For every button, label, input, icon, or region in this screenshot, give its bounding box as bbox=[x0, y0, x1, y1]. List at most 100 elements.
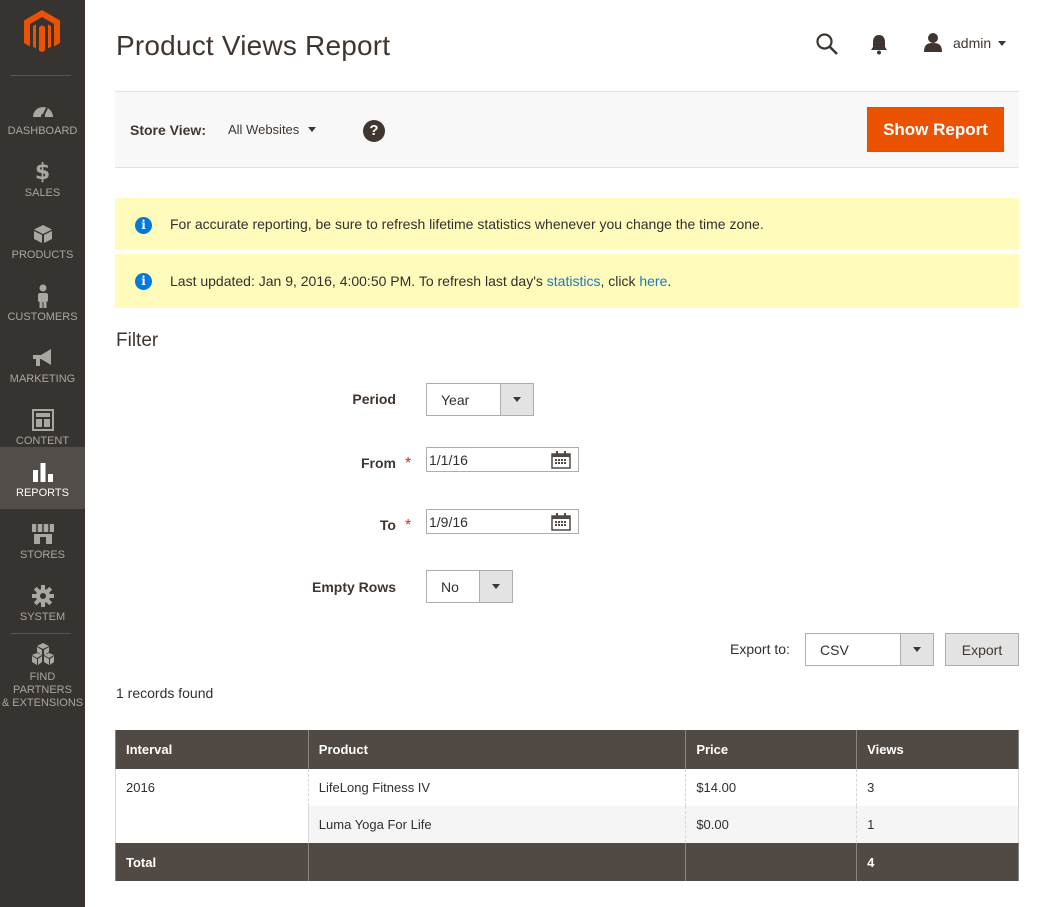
period-label: Period bbox=[352, 391, 396, 407]
sidebar-item-label: PRODUCTS bbox=[11, 249, 74, 261]
statistics-link[interactable]: statistics bbox=[547, 273, 601, 289]
user-icon bbox=[923, 32, 943, 55]
magento-logo-icon[interactable] bbox=[22, 10, 62, 54]
sidebar-item-system[interactable]: SYSTEM bbox=[0, 571, 85, 633]
store-view-label: Store View: bbox=[130, 122, 206, 138]
sidebar-item-label: CUSTOMERS bbox=[7, 311, 78, 323]
table-row: 2016 LifeLong Fitness IV $14.00 3 bbox=[115, 769, 1019, 843]
show-report-button[interactable]: Show Report bbox=[867, 107, 1004, 152]
views-cell: 3 bbox=[856, 769, 1019, 806]
sidebar-item-reports[interactable]: REPORTS bbox=[0, 447, 85, 509]
column-header-interval[interactable]: Interval bbox=[115, 730, 309, 769]
column-header-product[interactable]: Product bbox=[307, 730, 687, 769]
from-label: From bbox=[361, 455, 396, 471]
sidebar-item-stores[interactable]: STORES bbox=[0, 509, 85, 571]
export-format-select[interactable]: CSV bbox=[805, 633, 934, 666]
sidebar-item-label: DASHBOARD bbox=[7, 125, 78, 137]
notice-text-mid: , click bbox=[600, 273, 640, 289]
dashboard-icon bbox=[0, 99, 85, 121]
gear-icon bbox=[0, 585, 85, 607]
empty-rows-select[interactable]: No bbox=[426, 570, 513, 603]
notice-text-suffix: . bbox=[667, 273, 672, 289]
sidebar-item-customers[interactable]: CUSTOMERS bbox=[0, 271, 85, 333]
sidebar-item-label: REPORTS bbox=[16, 487, 69, 499]
user-menu[interactable]: admin bbox=[923, 32, 1007, 55]
timezone-notice: i For accurate reporting, be sure to ref… bbox=[115, 198, 1019, 250]
sidebar-item-find-partners[interactable]: FIND PARTNERS & EXTENSIONS bbox=[0, 633, 85, 709]
filter-title: Filter bbox=[116, 330, 159, 351]
export-label: Export to: bbox=[730, 641, 790, 657]
price-cell: $0.00 bbox=[685, 806, 858, 843]
total-price-cell bbox=[685, 843, 858, 881]
records-count: 1 records found bbox=[116, 685, 214, 701]
period-value: Year bbox=[441, 392, 470, 408]
sidebar-item-label-line2: & EXTENSIONS bbox=[1, 697, 84, 709]
search-icon[interactable] bbox=[815, 32, 839, 56]
sidebar-item-label-line1: FIND PARTNERS bbox=[13, 671, 72, 696]
export-button[interactable]: Export bbox=[945, 633, 1019, 666]
cube-icon bbox=[0, 223, 85, 245]
sidebar-item-sales[interactable]: $ SALES bbox=[0, 147, 85, 209]
period-select[interactable]: Year bbox=[426, 383, 534, 416]
calendar-icon[interactable] bbox=[551, 451, 571, 469]
to-date-field[interactable] bbox=[426, 509, 579, 534]
notice-text: Last updated: Jan 9, 2016, 4:00:50 PM. T… bbox=[170, 273, 671, 289]
storefront-icon bbox=[0, 523, 85, 545]
info-icon: i bbox=[135, 217, 152, 234]
store-view-value: All Websites bbox=[228, 122, 300, 137]
calendar-icon[interactable] bbox=[551, 513, 571, 531]
boxes-icon bbox=[0, 643, 85, 665]
bar-chart-icon bbox=[0, 461, 85, 483]
views-cell: 1 bbox=[856, 806, 1019, 843]
column-header-views[interactable]: Views bbox=[856, 730, 1019, 769]
totals-row: Total 4 bbox=[115, 843, 1019, 881]
product-cell: Luma Yoga For Life bbox=[307, 806, 687, 843]
sidebar-item-marketing[interactable]: MARKETING bbox=[0, 333, 85, 395]
user-name: admin bbox=[953, 35, 992, 51]
last-updated-notice: i Last updated: Jan 9, 2016, 4:00:50 PM.… bbox=[115, 254, 1019, 308]
column-header-price[interactable]: Price bbox=[685, 730, 858, 769]
dollar-icon: $ bbox=[34, 159, 51, 185]
chevron-down-icon bbox=[500, 384, 533, 415]
admin-sidebar: DASHBOARD $ SALES PRODUCTS CUSTOMERS MAR… bbox=[0, 0, 85, 907]
page-title: Product Views Report bbox=[116, 30, 391, 61]
to-date-input[interactable] bbox=[429, 512, 544, 531]
sidebar-item-products[interactable]: PRODUCTS bbox=[0, 209, 85, 271]
sidebar-item-label: FIND PARTNERS & EXTENSIONS bbox=[0, 671, 85, 710]
empty-rows-label: Empty Rows bbox=[311, 579, 396, 595]
bell-icon[interactable] bbox=[869, 33, 889, 55]
info-icon: i bbox=[135, 273, 152, 290]
sidebar-item-label: MARKETING bbox=[9, 373, 76, 385]
notice-text-prefix: Last updated: Jan 9, 2016, 4:00:50 PM. T… bbox=[170, 273, 547, 289]
product-cell: LifeLong Fitness IV bbox=[307, 769, 687, 806]
table-header-row: Interval Product Price Views bbox=[115, 730, 1019, 769]
sidebar-item-label: SYSTEM bbox=[19, 611, 66, 623]
required-marker: * bbox=[405, 455, 412, 472]
store-view-bar: Store View: All Websites ? Show Report bbox=[115, 91, 1019, 168]
interval-cell: 2016 bbox=[115, 769, 309, 843]
total-views: 4 bbox=[856, 843, 1019, 881]
layout-icon bbox=[0, 409, 85, 431]
sidebar-item-dashboard[interactable]: DASHBOARD bbox=[0, 85, 85, 147]
store-view-switcher[interactable]: All Websites bbox=[228, 122, 317, 137]
from-date-input[interactable] bbox=[429, 450, 544, 469]
sidebar-item-label: SALES bbox=[24, 187, 61, 199]
sidebar-item-label: STORES bbox=[19, 549, 66, 561]
from-date-field[interactable] bbox=[426, 447, 579, 472]
here-link[interactable]: here bbox=[639, 273, 667, 289]
sidebar-divider bbox=[10, 75, 71, 76]
empty-rows-value: No bbox=[441, 579, 459, 595]
total-label: Total bbox=[115, 843, 309, 881]
chevron-down-icon bbox=[998, 40, 1007, 46]
to-label: To bbox=[379, 517, 396, 533]
help-icon[interactable]: ? bbox=[363, 120, 385, 142]
required-marker: * bbox=[405, 517, 412, 534]
chevron-down-icon bbox=[900, 634, 933, 665]
export-format-value: CSV bbox=[820, 642, 849, 658]
price-cell: $14.00 bbox=[685, 769, 858, 806]
total-product-cell bbox=[307, 843, 687, 881]
megaphone-icon bbox=[0, 347, 85, 369]
chevron-down-icon bbox=[479, 571, 512, 602]
chevron-down-icon bbox=[308, 127, 317, 132]
person-icon bbox=[0, 284, 85, 308]
